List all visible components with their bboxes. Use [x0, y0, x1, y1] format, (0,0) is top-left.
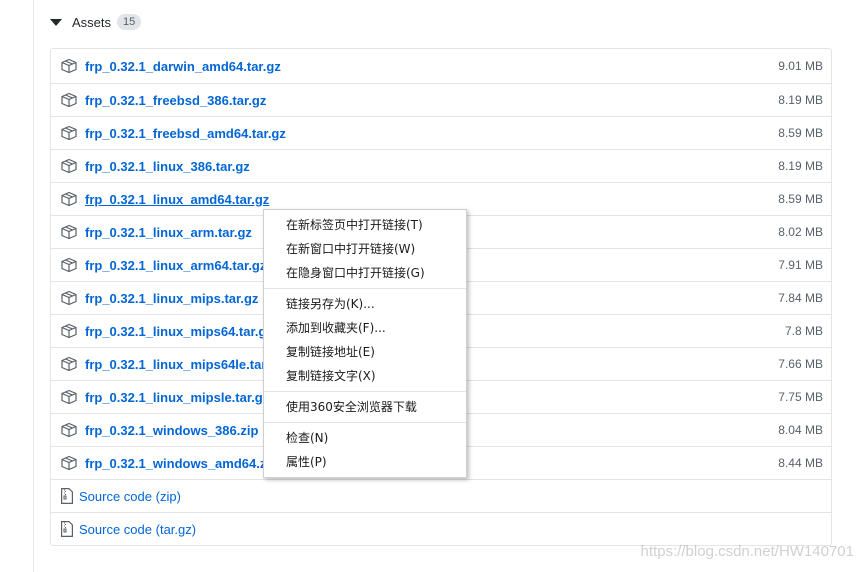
asset-size: 8.19 MB: [778, 159, 823, 173]
source-code-label: Source code: [79, 521, 152, 537]
asset-download-link[interactable]: frp_0.32.1_linux_arm.tar.gz: [85, 225, 252, 240]
menu-inspect[interactable]: 检查(N): [264, 426, 466, 450]
package-icon: [61, 290, 77, 306]
asset-download-link[interactable]: frp_0.32.1_freebsd_amd64.tar.gz: [85, 126, 286, 141]
asset-download-link[interactable]: frp_0.32.1_freebsd_386.tar.gz: [85, 93, 266, 108]
left-border-line: [33, 0, 34, 572]
package-icon: [61, 224, 77, 240]
watermark: https://blog.csdn.net/HW140701: [640, 543, 854, 560]
source-code-targz-link[interactable]: Source code (tar.gz): [79, 522, 196, 537]
assets-header[interactable]: Assets 15: [50, 10, 142, 34]
asset-download-link[interactable]: frp_0.32.1_windows_amd64.zip: [85, 456, 278, 471]
source-code-row: Source code (tar.gz): [51, 512, 831, 545]
asset-download-link[interactable]: frp_0.32.1_linux_mips64.tar.gz: [85, 324, 273, 339]
asset-download-link[interactable]: frp_0.32.1_linux_mips64le.tar.gz: [85, 357, 284, 372]
menu-properties[interactable]: 属性(P): [264, 450, 466, 474]
menu-open-new-tab[interactable]: 在新标签页中打开链接(T): [264, 213, 466, 237]
package-icon: [61, 158, 77, 174]
package-icon: [61, 92, 77, 108]
package-icon: [61, 422, 77, 438]
asset-size: 8.02 MB: [778, 225, 823, 239]
context-menu: 在新标签页中打开链接(T) 在新窗口中打开链接(W) 在隐身窗口中打开链接(G)…: [263, 209, 467, 478]
menu-open-new-window[interactable]: 在新窗口中打开链接(W): [264, 237, 466, 261]
menu-add-to-favorites[interactable]: 添加到收藏夹(F)...: [264, 316, 466, 340]
asset-size: 8.04 MB: [778, 423, 823, 437]
asset-download-link[interactable]: frp_0.32.1_windows_386.zip: [85, 423, 258, 438]
source-code-format: (zip): [155, 488, 181, 504]
source-code-row: Source code (zip): [51, 479, 831, 512]
asset-size: 7.84 MB: [778, 291, 823, 305]
asset-size: 9.01 MB: [778, 59, 823, 73]
package-icon: [61, 389, 77, 405]
source-code-zip-link[interactable]: Source code (zip): [79, 489, 181, 504]
asset-download-link[interactable]: frp_0.32.1_linux_386.tar.gz: [85, 159, 250, 174]
menu-separator: [264, 422, 466, 423]
asset-size: 7.75 MB: [778, 390, 823, 404]
package-icon: [61, 257, 77, 273]
source-code-label: Source code: [79, 488, 152, 504]
source-code-format: (tar.gz): [155, 521, 197, 537]
menu-save-link-as[interactable]: 链接另存为(K)...: [264, 292, 466, 316]
asset-size: 8.44 MB: [778, 456, 823, 470]
menu-download-with-360[interactable]: 使用360安全浏览器下载: [264, 395, 466, 419]
menu-open-incognito[interactable]: 在隐身窗口中打开链接(G): [264, 261, 466, 285]
menu-copy-link-address[interactable]: 复制链接地址(E): [264, 340, 466, 364]
file-zip-icon: [61, 488, 73, 504]
package-icon: [61, 125, 77, 141]
package-icon: [61, 191, 77, 207]
asset-size: 8.59 MB: [778, 192, 823, 206]
asset-row: frp_0.32.1_freebsd_386.tar.gz 8.19 MB: [51, 83, 831, 116]
asset-size: 7.8 MB: [784, 324, 823, 338]
asset-row: frp_0.32.1_freebsd_amd64.tar.gz 8.59 MB: [51, 116, 831, 149]
asset-size: 7.91 MB: [778, 258, 823, 272]
asset-download-link[interactable]: frp_0.32.1_linux_mipsle.tar.gz: [85, 390, 269, 405]
assets-count-badge: 15: [117, 14, 142, 30]
asset-download-link[interactable]: frp_0.32.1_darwin_amd64.tar.gz: [85, 59, 281, 74]
asset-download-link[interactable]: frp_0.32.1_linux_arm64.tar.gz: [85, 258, 266, 273]
package-icon: [61, 323, 77, 339]
asset-size: 8.19 MB: [778, 93, 823, 107]
asset-size: 8.59 MB: [778, 126, 823, 140]
package-icon: [61, 356, 77, 372]
menu-separator: [264, 391, 466, 392]
package-icon: [61, 455, 77, 471]
asset-row: frp_0.32.1_darwin_amd64.tar.gz 9.01 MB: [51, 49, 831, 83]
file-zip-icon: [61, 521, 73, 537]
asset-row: frp_0.32.1_linux_386.tar.gz 8.19 MB: [51, 149, 831, 182]
asset-download-link-hovered[interactable]: frp_0.32.1_linux_amd64.tar.gz: [85, 192, 269, 207]
menu-separator: [264, 288, 466, 289]
asset-download-link[interactable]: frp_0.32.1_linux_mips.tar.gz: [85, 291, 258, 306]
package-icon: [61, 58, 77, 74]
assets-title: Assets: [72, 14, 112, 30]
caret-down-icon[interactable]: [50, 18, 62, 26]
menu-copy-link-text[interactable]: 复制链接文字(X): [264, 364, 466, 388]
asset-size: 7.66 MB: [778, 357, 823, 371]
